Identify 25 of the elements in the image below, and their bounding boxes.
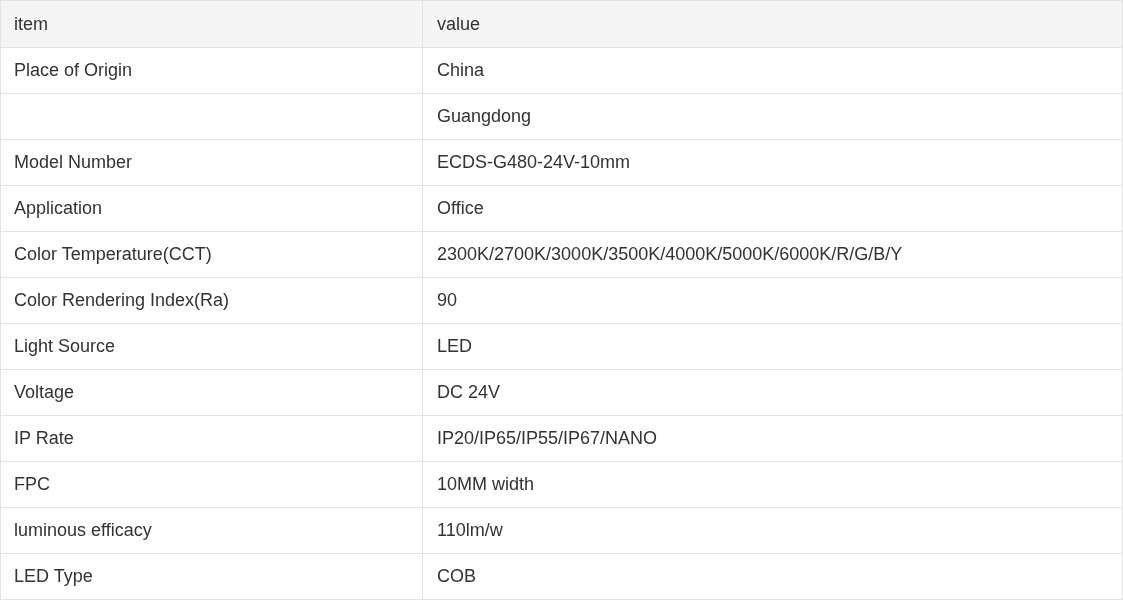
table-cell: Place of Origin [1, 48, 423, 94]
table-cell: Office [423, 186, 1123, 232]
table-cell: Guangdong [423, 94, 1123, 140]
table-cell: COB [423, 554, 1123, 600]
table-cell: LED Type [1, 554, 423, 600]
table-cell: 2300K/2700K/3000K/3500K/4000K/5000K/6000K/R/G/B/Y [423, 232, 1123, 278]
table-cell: DC 24V [423, 370, 1123, 416]
table-cell: luminous efficacy [1, 508, 423, 554]
table-cell: IP20/IP65/IP55/IP67/NANO [423, 416, 1123, 462]
table-cell: LED [423, 324, 1123, 370]
table-cell: ECDS-G480-24V-10mm [423, 140, 1123, 186]
table-cell: 90 [423, 278, 1123, 324]
column-header: value [423, 1, 1123, 48]
column-header: item [1, 1, 423, 48]
table-cell: Voltage [1, 370, 423, 416]
table-cell: Color Rendering Index(Ra) [1, 278, 423, 324]
table-cell: FPC [1, 462, 423, 508]
table-cell: Light Source [1, 324, 423, 370]
table-cell: Color Temperature(CCT) [1, 232, 423, 278]
table-cell: China [423, 48, 1123, 94]
table-cell: 10MM width [423, 462, 1123, 508]
table-cell: Application [1, 186, 423, 232]
table-cell: 110lm/w [423, 508, 1123, 554]
table-cell: Model Number [1, 140, 423, 186]
table-cell: IP Rate [1, 416, 423, 462]
